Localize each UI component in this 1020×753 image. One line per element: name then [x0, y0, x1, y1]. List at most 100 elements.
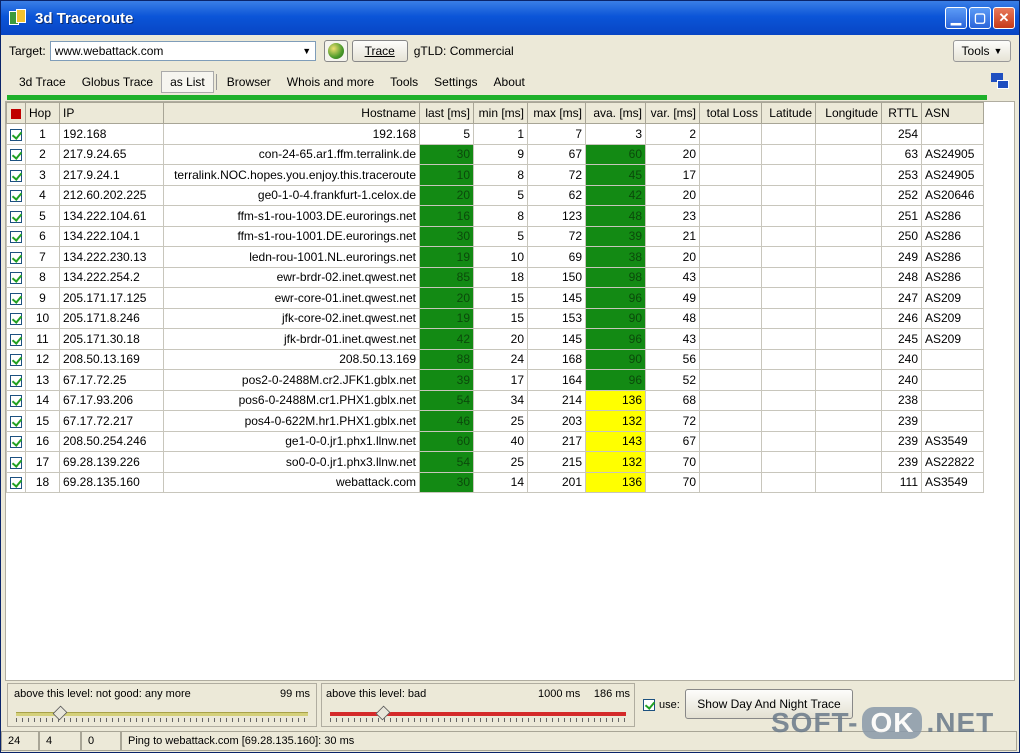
chevron-down-icon[interactable]: ▼ [299, 42, 315, 60]
col-asn[interactable]: ASN [921, 102, 984, 124]
last-ms-cell: 54 [419, 389, 474, 411]
min-ms-cell: 8 [473, 164, 528, 186]
table-row[interactable]: 16 208.50.254.246 ge1-0-0.jr1.phx1.llnw.ne… [6, 430, 984, 452]
table-row[interactable]: 6 134.222.104.1 ffm-s1-rou-1001.DE.eurorin… [6, 225, 984, 247]
row-checkbox[interactable] [10, 415, 22, 428]
tools-dropdown-button[interactable]: Tools ▼ [953, 40, 1011, 62]
bad-level-track[interactable] [330, 712, 626, 716]
use-checkbox[interactable] [643, 699, 655, 711]
asn-cell: AS3549 [921, 430, 984, 452]
row-checkbox[interactable] [10, 169, 22, 182]
table-row[interactable]: 11 205.171.30.18 jfk-brdr-01.inet.qwest.ne… [6, 328, 984, 350]
row-checkbox[interactable] [10, 251, 22, 264]
trace-button[interactable]: Trace [351, 40, 408, 62]
col-total-loss[interactable]: total Loss [699, 102, 762, 124]
row-checkbox[interactable] [10, 395, 22, 408]
row-checkbox[interactable] [10, 456, 22, 469]
total-loss-cell [699, 389, 762, 411]
row-select-cell[interactable] [6, 471, 26, 493]
col-max[interactable]: max [ms] [527, 102, 586, 124]
table-row[interactable]: 12 208.50.13.169 208.50.13.169 88 24 168 90 56 2… [6, 348, 984, 370]
col-min[interactable]: min [ms] [473, 102, 528, 124]
table-row[interactable]: 9 205.171.17.125 ewr-core-01.inet.qwest.ne… [6, 287, 984, 309]
row-select-cell[interactable] [6, 225, 26, 247]
row-select-cell[interactable] [6, 287, 26, 309]
row-checkbox[interactable] [10, 190, 22, 203]
tab-globus-trace[interactable]: Globus Trace [74, 72, 161, 92]
target-input[interactable] [50, 44, 291, 58]
col-longitude[interactable]: Longitude [815, 102, 882, 124]
row-select-cell[interactable] [6, 410, 26, 432]
min-ms-cell: 17 [473, 369, 528, 391]
table-row[interactable]: 2 217.9.24.65 con-24-65.ar1.ffm.terralink.… [6, 143, 984, 165]
table-row[interactable]: 10 205.171.8.246 jfk-core-02.inet.qwest.ne… [6, 307, 984, 329]
hop-grid[interactable]: Hop IP Hostname last [ms] min [ms] max [… [5, 101, 1015, 681]
close-button[interactable]: ✕ [993, 7, 1015, 29]
title-bar[interactable]: 3d Traceroute ▁ ▢ ✕ [1, 1, 1019, 35]
row-checkbox[interactable] [10, 313, 22, 326]
row-select-cell[interactable] [6, 348, 26, 370]
row-select-cell[interactable] [6, 451, 26, 473]
row-checkbox[interactable] [10, 210, 22, 223]
col-ava[interactable]: ava. [ms] [585, 102, 646, 124]
globe-button[interactable] [323, 40, 348, 62]
row-checkbox[interactable] [10, 436, 22, 449]
row-checkbox[interactable] [10, 354, 22, 367]
row-select-cell[interactable] [6, 389, 26, 411]
row-select-cell[interactable] [6, 164, 26, 186]
tab-about[interactable]: About [486, 72, 533, 92]
max-ms-cell: 153 [527, 307, 586, 329]
col-latitude[interactable]: Latitude [761, 102, 816, 124]
row-select-cell[interactable] [6, 143, 26, 165]
table-row[interactable]: 1 192.168 192.168 5 1 7 3 2 254 [6, 123, 984, 145]
col-last[interactable]: last [ms] [419, 102, 474, 124]
target-combobox[interactable]: ▼ [49, 41, 316, 61]
row-checkbox[interactable] [10, 477, 22, 490]
col-hostname[interactable]: Hostname [163, 102, 420, 124]
maximize-button[interactable]: ▢ [969, 7, 991, 29]
table-row[interactable]: 13 67.17.72.25 pos2-0-2488M.cr2.JFK1.gblx.… [6, 369, 984, 391]
row-checkbox[interactable] [10, 333, 22, 346]
row-select-cell[interactable] [6, 205, 26, 227]
col-ip[interactable]: IP [59, 102, 164, 124]
row-checkbox[interactable] [10, 292, 22, 305]
table-row[interactable]: 3 217.9.24.1 terralink.NOC.hopes.you.enjoy… [6, 164, 984, 186]
table-row[interactable]: 15 67.17.72.217 pos4-0-622M.hr1.PHX1.gblx.… [6, 410, 984, 432]
table-row[interactable]: 5 134.222.104.61 ffm-s1-rou-1003.DE.eurori… [6, 205, 984, 227]
table-row[interactable]: 17 69.28.139.226 so0-0-0.jr1.phx3.llnw.net… [6, 451, 984, 473]
table-row[interactable]: 18 69.28.135.160 webattack.com 30 14 201 136 70… [6, 471, 984, 493]
total-loss-cell [699, 348, 762, 370]
row-select-cell[interactable] [6, 123, 26, 145]
tab-browser[interactable]: Browser [219, 72, 279, 92]
tab-settings[interactable]: Settings [426, 72, 485, 92]
row-select-cell[interactable] [6, 430, 26, 452]
tab-3d-trace[interactable]: 3d Trace [11, 72, 74, 92]
tab-as-list[interactable]: as List [161, 71, 214, 93]
row-checkbox[interactable] [10, 272, 22, 285]
col-var[interactable]: var. [ms] [645, 102, 700, 124]
row-checkbox[interactable] [10, 374, 22, 387]
table-row[interactable]: 4 212.60.202.225 ge0-1-0-4.frankfurt-1.cel… [6, 184, 984, 206]
row-select-cell[interactable] [6, 246, 26, 268]
row-select-cell[interactable] [6, 266, 26, 288]
rttl-cell: 247 [881, 287, 922, 309]
tab-whois[interactable]: Whois and more [279, 72, 382, 92]
table-row[interactable]: 7 134.222.230.13 ledn-rou-1001.NL.euroring… [6, 246, 984, 268]
row-select-cell[interactable] [6, 369, 26, 391]
tab-tools[interactable]: Tools [382, 72, 426, 92]
table-row[interactable]: 8 134.222.254.2 ewr-brdr-02.inet.qwest.net… [6, 266, 984, 288]
ava-ms-cell: 98 [585, 266, 646, 288]
row-checkbox[interactable] [10, 128, 22, 141]
row-checkbox[interactable] [10, 231, 22, 244]
table-row[interactable]: 14 67.17.93.206 pos6-0-2488M.cr1.PHX1.gblx… [6, 389, 984, 411]
minimize-button[interactable]: ▁ [945, 7, 967, 29]
row-select-cell[interactable] [6, 328, 26, 350]
tile-windows-icon[interactable] [991, 73, 1009, 91]
select-all-header[interactable] [6, 102, 26, 124]
rttl-cell: 246 [881, 307, 922, 329]
col-hop[interactable]: Hop [25, 102, 60, 124]
row-select-cell[interactable] [6, 307, 26, 329]
row-checkbox[interactable] [10, 149, 22, 162]
row-select-cell[interactable] [6, 184, 26, 206]
col-rttl[interactable]: RTTL [881, 102, 922, 124]
